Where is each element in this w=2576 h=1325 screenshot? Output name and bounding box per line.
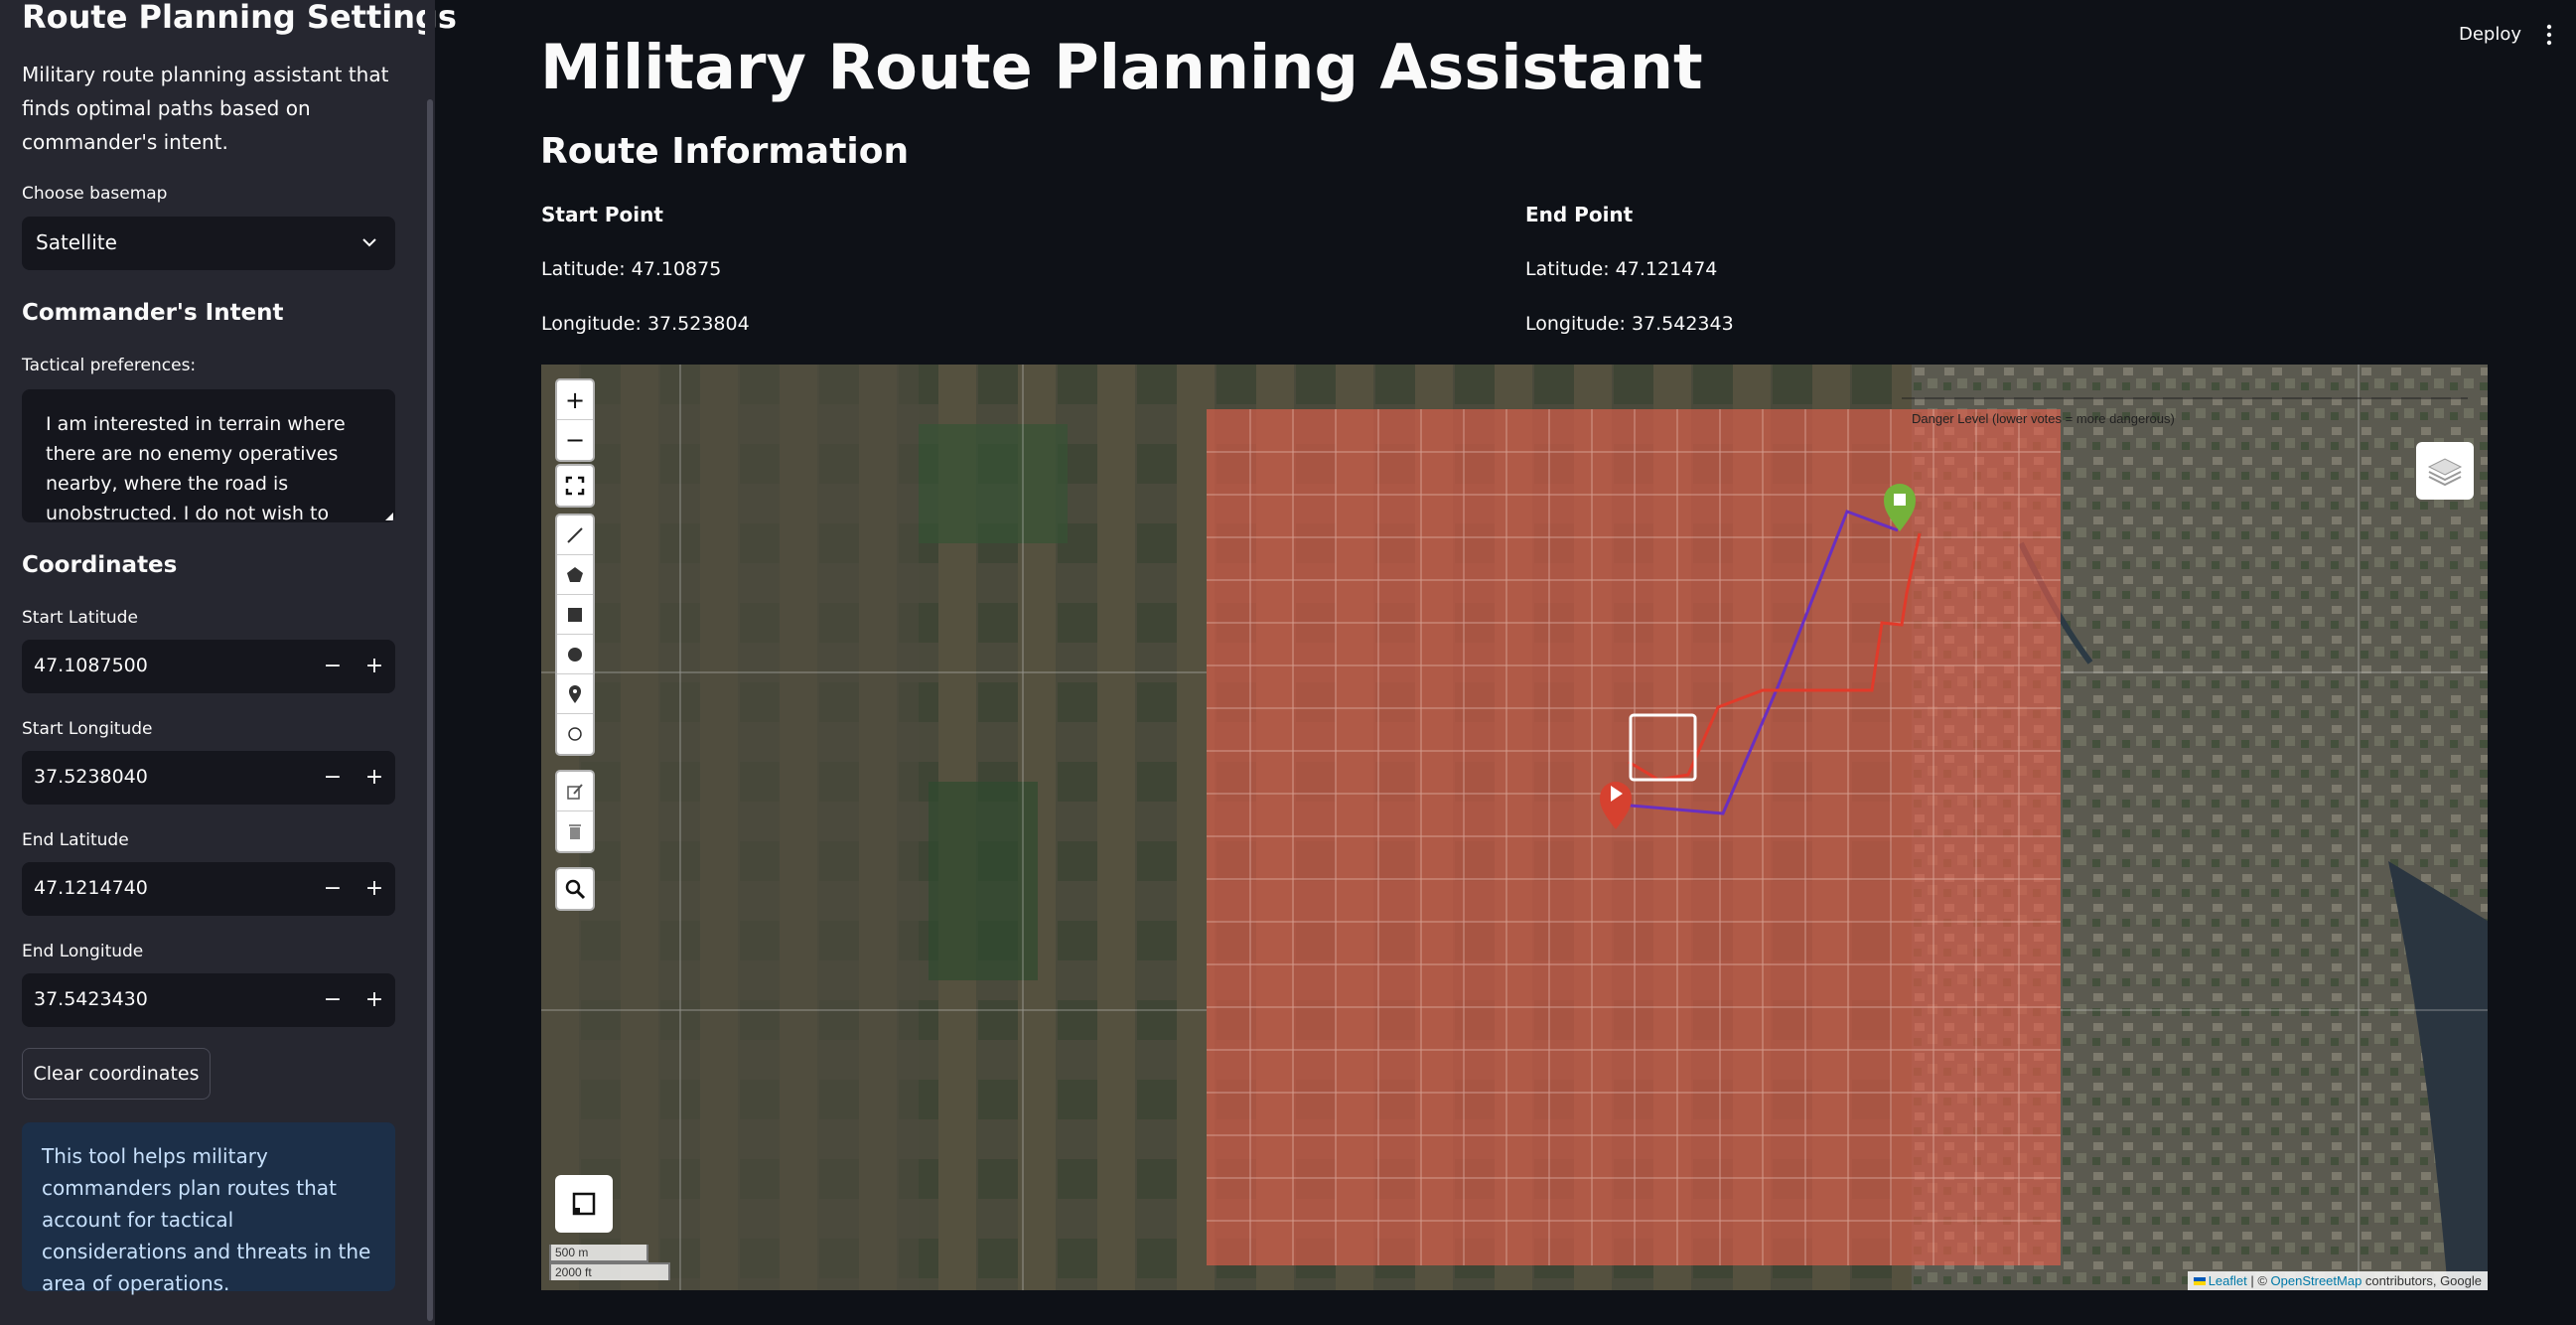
start-lat-input[interactable]: 47.1087500 − + xyxy=(22,640,395,693)
draw-rectangle-button[interactable] xyxy=(557,595,593,635)
search-icon xyxy=(565,879,586,900)
zoom-in-button[interactable]: + xyxy=(557,380,593,420)
basemap-value: Satellite xyxy=(36,230,117,254)
end-longitude-text: Longitude: 37.542343 xyxy=(1525,313,1734,335)
start-lat-decrement-button[interactable]: − xyxy=(312,640,354,693)
zoom-control: + − xyxy=(555,378,595,462)
draw-toolbar xyxy=(555,514,595,756)
scale-bar: 500 m 2000 ft xyxy=(549,1245,670,1280)
start-lat-label: Start Latitude xyxy=(22,608,138,628)
expand-icon xyxy=(572,1192,596,1216)
more-menu-icon[interactable] xyxy=(2546,24,2552,46)
attribution-separator: | © xyxy=(2246,1273,2271,1288)
end-lon-increment-button[interactable]: + xyxy=(354,973,395,1027)
layers-icon xyxy=(2427,458,2463,487)
end-lon-label: End Longitude xyxy=(22,942,144,961)
tactical-preferences-textarea[interactable]: I am interested in terrain where there a… xyxy=(22,389,395,522)
marker-icon xyxy=(569,684,581,703)
circlemarker-icon xyxy=(568,727,582,741)
polyline-icon xyxy=(567,526,583,543)
scale-imperial: 2000 ft xyxy=(549,1262,670,1280)
leaflet-link[interactable]: Leaflet xyxy=(2209,1273,2247,1288)
fullscreen-icon xyxy=(565,476,585,496)
start-lat-value: 47.1087500 xyxy=(34,655,148,676)
coordinates-heading: Coordinates xyxy=(22,552,178,578)
tactical-text: I am interested in terrain where there a… xyxy=(46,413,346,522)
end-lat-label: End Latitude xyxy=(22,830,129,850)
end-lon-decrement-button[interactable]: − xyxy=(312,973,354,1027)
route-info-heading: Route Information xyxy=(540,131,910,172)
start-lon-value: 37.5238040 xyxy=(34,766,148,788)
start-lat-increment-button[interactable]: + xyxy=(354,640,395,693)
end-lat-increment-button[interactable]: + xyxy=(354,862,395,916)
osm-link[interactable]: OpenStreetMap xyxy=(2271,1273,2362,1288)
end-latitude-text: Latitude: 47.121474 xyxy=(1525,258,1718,280)
end-lat-input[interactable]: 47.1214740 − + xyxy=(22,862,395,916)
draw-marker-button[interactable] xyxy=(557,674,593,714)
start-point-heading: Start Point xyxy=(541,203,663,226)
end-lon-value: 37.5423430 xyxy=(34,988,148,1010)
fullscreen-button[interactable] xyxy=(557,466,593,506)
draw-polygon-button[interactable] xyxy=(557,555,593,595)
trash-icon xyxy=(569,824,581,839)
info-text: This tool helps military commanders plan… xyxy=(42,1144,371,1295)
attribution-rest: contributors, Google xyxy=(2361,1273,2482,1288)
start-lon-input[interactable]: 37.5238040 − + xyxy=(22,751,395,805)
scale-metric: 500 m xyxy=(549,1245,648,1262)
sidebar-title: Route Planning Settings xyxy=(22,0,457,36)
map-attribution: Leaflet | © OpenStreetMap contributors, … xyxy=(2187,1271,2488,1290)
clear-coordinates-button[interactable]: Clear coordinates xyxy=(22,1048,211,1100)
fullscreen-control xyxy=(555,464,595,508)
draw-circlemarker-button[interactable] xyxy=(557,714,593,754)
page-title: Military Route Planning Assistant xyxy=(540,31,1703,103)
map-search-button[interactable] xyxy=(557,869,593,909)
sidebar-scrollbar-thumb[interactable] xyxy=(427,99,433,1321)
zoom-out-button[interactable]: − xyxy=(557,420,593,460)
end-point-heading: End Point xyxy=(1525,203,1634,226)
polygon-icon xyxy=(567,566,583,582)
end-lat-decrement-button[interactable]: − xyxy=(312,862,354,916)
search-control xyxy=(555,867,595,911)
tactical-label: Tactical preferences: xyxy=(22,356,197,375)
edit-icon xyxy=(567,783,583,800)
resize-grip-icon[interactable] xyxy=(383,511,393,520)
start-lon-increment-button[interactable]: + xyxy=(354,751,395,805)
chevron-down-icon xyxy=(362,238,376,247)
clear-coordinates-label: Clear coordinates xyxy=(33,1063,200,1085)
start-longitude-text: Longitude: 37.523804 xyxy=(541,313,750,335)
leaflet-flag-icon xyxy=(2193,1277,2206,1285)
basemap-select[interactable]: Satellite xyxy=(22,217,395,270)
basemap-label: Choose basemap xyxy=(22,184,168,204)
map-expand-button[interactable] xyxy=(555,1175,613,1233)
danger-legend-title: Danger Level (lower votes = more dangero… xyxy=(1912,411,2175,426)
rectangle-icon xyxy=(568,607,582,622)
intent-heading: Commander's Intent xyxy=(22,300,284,326)
map-container[interactable]: Danger Level (lower votes = more dangero… xyxy=(541,365,2488,1290)
sidebar: Route Planning Settings Military route p… xyxy=(0,0,457,1325)
circle-icon xyxy=(568,647,582,662)
sidebar-description: Military route planning assistant that f… xyxy=(22,63,389,154)
draw-circle-button[interactable] xyxy=(557,635,593,674)
end-lon-input[interactable]: 37.5423430 − + xyxy=(22,973,395,1027)
deploy-button[interactable]: Deploy xyxy=(2459,24,2521,45)
edit-toolbar xyxy=(555,770,595,853)
edit-layers-button[interactable] xyxy=(557,772,593,811)
end-lat-value: 47.1214740 xyxy=(34,877,148,899)
satellite-imagery xyxy=(541,365,2488,1290)
delete-layers-button[interactable] xyxy=(557,811,593,851)
start-lon-decrement-button[interactable]: − xyxy=(312,751,354,805)
draw-polyline-button[interactable] xyxy=(557,515,593,555)
info-callout: This tool helps military commanders plan… xyxy=(22,1122,395,1295)
start-latitude-text: Latitude: 47.10875 xyxy=(541,258,722,280)
layers-control-button[interactable] xyxy=(2416,442,2474,500)
start-lon-label: Start Longitude xyxy=(22,719,153,739)
